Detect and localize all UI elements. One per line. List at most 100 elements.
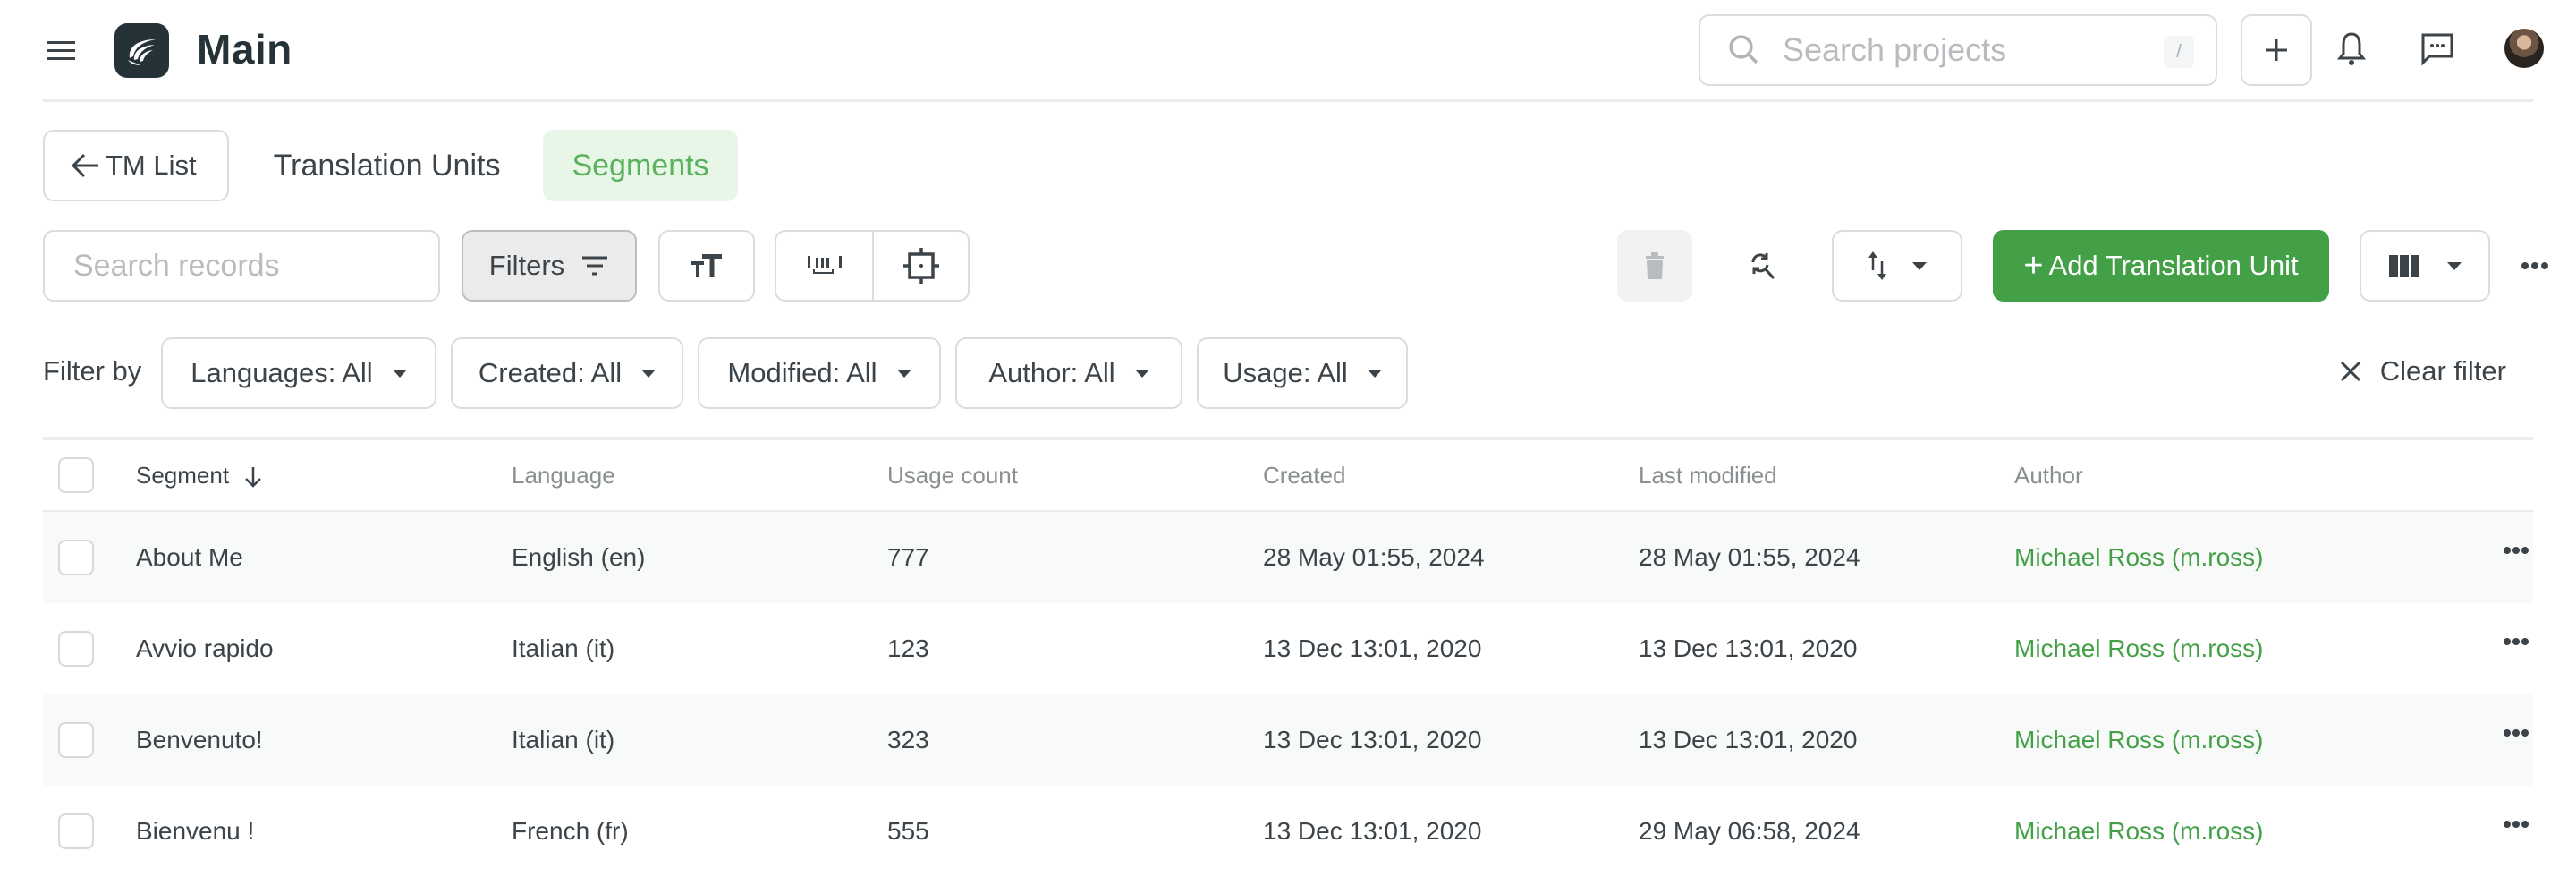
logo-icon bbox=[127, 38, 157, 65]
search-projects-field[interactable]: / bbox=[1699, 14, 2217, 86]
modified-filter-value: Modified: All bbox=[727, 357, 877, 388]
plus-icon bbox=[2266, 39, 2287, 61]
sort-icon bbox=[1868, 251, 1886, 280]
more-options-button[interactable] bbox=[2508, 230, 2562, 302]
select-all-checkbox[interactable] bbox=[58, 457, 94, 493]
text-size-icon bbox=[691, 254, 722, 277]
table-row[interactable]: About Me English (en) 777 28 May 01:55, … bbox=[43, 512, 2533, 603]
find-replace-button[interactable] bbox=[1724, 230, 1800, 302]
last-modified-cell: 28 May 01:55, 2024 bbox=[1639, 543, 1860, 571]
modified-filter-dropdown[interactable]: Modified: All bbox=[698, 337, 941, 409]
created-cell: 13 Dec 13:01, 2020 bbox=[1263, 634, 1482, 662]
row-checkbox[interactable] bbox=[58, 722, 94, 758]
sort-button[interactable] bbox=[1832, 230, 1962, 302]
column-header-last-modified[interactable]: Last modified bbox=[1639, 462, 1777, 490]
table-row[interactable]: Benvenuto! Italian (it) 323 13 Dec 13:01… bbox=[43, 694, 2533, 786]
search-records-field[interactable] bbox=[43, 230, 440, 302]
close-icon bbox=[2340, 361, 2360, 382]
tab-bar: TM List Translation Units Segments bbox=[43, 130, 738, 201]
language-cell: English (en) bbox=[512, 543, 646, 571]
columns-button[interactable] bbox=[2360, 230, 2490, 302]
whitespace-icon bbox=[807, 256, 842, 274]
usage-filter-dropdown[interactable]: Usage: All bbox=[1197, 337, 1408, 409]
table-row[interactable]: Avvio rapido Italian (it) 123 13 Dec 13:… bbox=[43, 603, 2533, 694]
row-more-icon[interactable] bbox=[2503, 546, 2529, 555]
text-size-button[interactable] bbox=[658, 230, 755, 302]
author-link[interactable]: Michael Ross (m.ross) bbox=[2014, 817, 2263, 846]
focus-mode-button[interactable] bbox=[872, 232, 968, 300]
column-header-created[interactable]: Created bbox=[1263, 462, 1346, 490]
add-translation-unit-button[interactable]: + Add Translation Unit bbox=[1993, 230, 2329, 302]
column-header-language[interactable]: Language bbox=[512, 462, 615, 490]
back-button-label: TM List bbox=[106, 149, 197, 181]
whitespace-toggle-button[interactable] bbox=[776, 232, 872, 300]
author-link[interactable]: Michael Ross (m.ross) bbox=[2014, 634, 2263, 663]
create-button[interactable] bbox=[2241, 14, 2312, 86]
messages-button[interactable] bbox=[2420, 32, 2454, 71]
usage-count-cell: 323 bbox=[887, 726, 929, 754]
row-checkbox[interactable] bbox=[58, 631, 94, 667]
crosshair-icon bbox=[902, 248, 939, 284]
caret-down-icon bbox=[1367, 369, 1382, 378]
search-projects-input[interactable] bbox=[1783, 31, 2140, 69]
caret-down-icon bbox=[641, 369, 657, 378]
filter-icon bbox=[582, 256, 608, 276]
caret-down-icon bbox=[2447, 261, 2462, 270]
header-divider bbox=[43, 99, 2533, 102]
segment-cell: About Me bbox=[136, 543, 243, 571]
row-more-icon[interactable] bbox=[2503, 637, 2529, 646]
notifications-button[interactable] bbox=[2336, 30, 2367, 71]
author-filter-dropdown[interactable]: Author: All bbox=[955, 337, 1182, 409]
row-checkbox[interactable] bbox=[58, 813, 94, 849]
sort-descending-icon bbox=[245, 466, 262, 488]
toolbar: Filters bbox=[43, 230, 2548, 302]
column-header-author[interactable]: Author bbox=[2014, 462, 2083, 490]
table-header: Segment Language Usage count Created Las… bbox=[43, 440, 2533, 512]
search-icon bbox=[1729, 35, 1758, 64]
author-link[interactable]: Michael Ross (m.ross) bbox=[2014, 543, 2263, 572]
delete-button[interactable] bbox=[1617, 230, 1692, 302]
usage-count-cell: 123 bbox=[887, 634, 929, 662]
chat-icon bbox=[2421, 33, 2453, 66]
shortcut-hint: / bbox=[2164, 36, 2194, 68]
plus-icon: + bbox=[2023, 246, 2044, 285]
more-horizontal-icon bbox=[2521, 262, 2548, 269]
language-cell: French (fr) bbox=[512, 817, 629, 845]
caret-down-icon bbox=[896, 369, 911, 378]
clear-filter-button[interactable]: Clear filter bbox=[2339, 355, 2506, 387]
add-translation-unit-label: Add Translation Unit bbox=[2048, 250, 2299, 281]
user-avatar[interactable] bbox=[2504, 29, 2544, 68]
table-row[interactable]: Bienvenu ! French (fr) 555 13 Dec 13:01,… bbox=[43, 786, 2533, 877]
column-header-usage-count[interactable]: Usage count bbox=[887, 462, 1018, 490]
top-bar: Main / bbox=[0, 0, 2576, 102]
row-more-icon[interactable] bbox=[2503, 728, 2529, 737]
menu-icon[interactable] bbox=[47, 41, 75, 61]
row-checkbox[interactable] bbox=[58, 540, 94, 575]
created-filter-dropdown[interactable]: Created: All bbox=[451, 337, 683, 409]
app-logo[interactable] bbox=[114, 23, 169, 78]
search-records-input[interactable] bbox=[73, 248, 413, 284]
last-modified-cell: 13 Dec 13:01, 2020 bbox=[1639, 726, 1858, 754]
trash-icon bbox=[1646, 252, 1664, 279]
author-link[interactable]: Michael Ross (m.ross) bbox=[2014, 726, 2263, 754]
app-title: Main bbox=[197, 26, 292, 72]
segment-cell: Benvenuto! bbox=[136, 726, 263, 754]
column-header-segment[interactable]: Segment bbox=[136, 462, 264, 490]
filters-label: Filters bbox=[488, 250, 565, 281]
segments-table: Segment Language Usage count Created Las… bbox=[43, 437, 2533, 877]
columns-icon bbox=[2389, 255, 2419, 277]
back-to-tm-list-button[interactable]: TM List bbox=[43, 130, 229, 201]
languages-filter-dropdown[interactable]: Languages: All bbox=[161, 337, 436, 409]
last-modified-cell: 13 Dec 13:01, 2020 bbox=[1639, 634, 1858, 662]
find-replace-icon bbox=[1751, 253, 1775, 280]
caret-down-icon bbox=[392, 369, 407, 378]
usage-count-cell: 555 bbox=[887, 817, 929, 845]
tab-segments[interactable]: Segments bbox=[543, 130, 738, 201]
filters-button[interactable]: Filters bbox=[462, 230, 637, 302]
segment-cell: Bienvenu ! bbox=[136, 817, 255, 845]
filter-bar: Filter by Languages: All Created: All Mo… bbox=[43, 337, 2533, 409]
last-modified-cell: 29 May 06:58, 2024 bbox=[1639, 817, 1860, 845]
tab-translation-units[interactable]: Translation Units bbox=[245, 130, 530, 201]
caret-down-icon bbox=[1912, 261, 1927, 270]
row-more-icon[interactable] bbox=[2503, 820, 2529, 829]
